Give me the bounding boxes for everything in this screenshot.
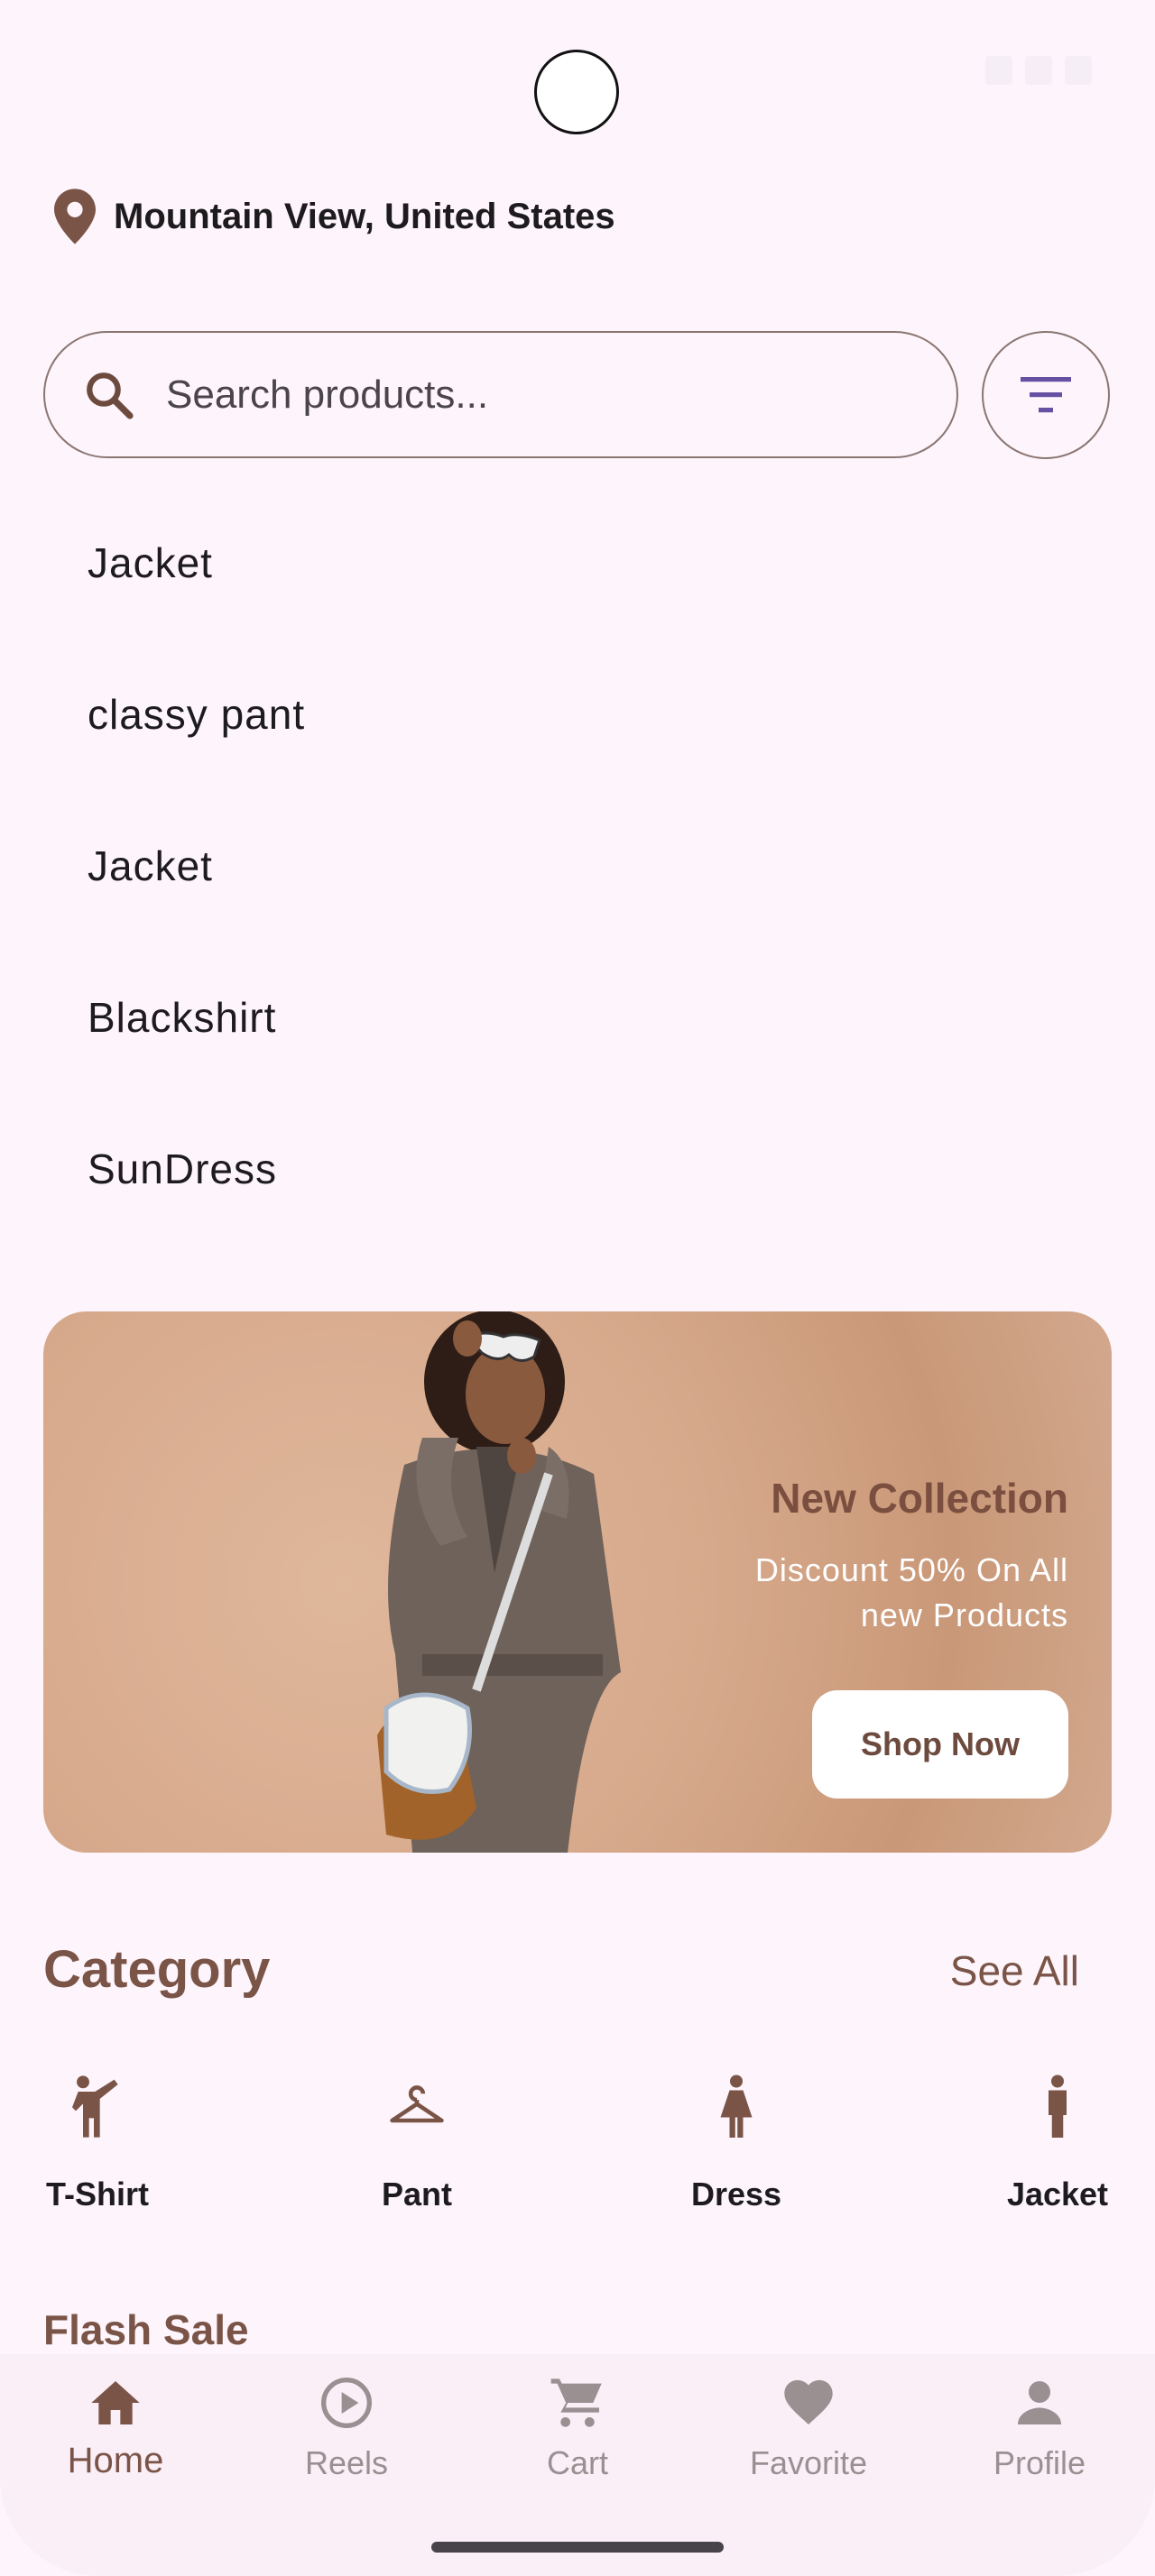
- nav-favorite[interactable]: Favorite: [718, 2374, 899, 2482]
- search-icon: [87, 372, 134, 419]
- filter-icon: [1021, 377, 1071, 413]
- status-bar: [0, 0, 1155, 144]
- heart-icon: [784, 2379, 833, 2424]
- category-item-dress[interactable]: Dress: [637, 2075, 836, 2213]
- person-pose-icon: [72, 2075, 118, 2138]
- nav-label: Cart: [546, 2444, 608, 2481]
- nav-label: Profile: [993, 2444, 1086, 2481]
- location-label: Mountain View, United States: [114, 196, 615, 236]
- suggestion-item[interactable]: classy pant: [0, 639, 1155, 790]
- promo-banner[interactable]: New Collection Discount 50% On All new P…: [43, 1311, 1112, 1853]
- flash-sale-title: Flash Sale: [43, 2306, 249, 2353]
- app-screen: Mountain View, United States Jacket clas…: [0, 0, 1155, 2576]
- category-title: Category: [43, 1940, 271, 1999]
- nav-label: Home: [67, 2441, 164, 2480]
- nav-reels[interactable]: Reels: [256, 2374, 437, 2482]
- category-item-jacket[interactable]: Jacket: [958, 2075, 1155, 2213]
- signal-icon: [1025, 56, 1052, 85]
- location-pin-icon: [54, 189, 96, 244]
- nav-label: Favorite: [749, 2444, 868, 2481]
- nav-label: Reels: [304, 2444, 389, 2481]
- model-image: [377, 1311, 621, 1853]
- see-all-link[interactable]: See All: [950, 1946, 1079, 1995]
- location-row[interactable]: Mountain View, United States: [54, 189, 615, 244]
- suggestion-item[interactable]: Jacket: [0, 790, 1155, 942]
- man-icon: [1049, 2075, 1067, 2138]
- play-circle-icon: [321, 2378, 372, 2428]
- search-suggestions: Jacket classy pant Jacket Blackshirt Sun…: [0, 487, 1155, 1245]
- home-indicator[interactable]: [431, 2542, 724, 2553]
- home-icon: [91, 2381, 140, 2424]
- suggestion-item[interactable]: Jacket: [0, 487, 1155, 639]
- banner-title: New Collection: [771, 1475, 1068, 1522]
- search-input[interactable]: [164, 371, 890, 419]
- battery-icon: [1065, 56, 1092, 85]
- person-icon: [1018, 2381, 1061, 2424]
- nav-cart[interactable]: Cart: [487, 2374, 668, 2482]
- category-label: Dress: [690, 2176, 782, 2213]
- suggestion-item[interactable]: SunDress: [0, 1093, 1155, 1245]
- banner-subtitle: Discount 50% On All new Products: [754, 1551, 1068, 1633]
- wifi-icon: [985, 56, 1012, 85]
- shop-now-button[interactable]: Shop Now: [812, 1690, 1068, 1799]
- suggestion-item[interactable]: Blackshirt: [0, 942, 1155, 1093]
- category-item-pant[interactable]: Pant: [318, 2075, 516, 2213]
- search-bar[interactable]: [43, 331, 958, 458]
- filter-button[interactable]: [982, 331, 1110, 459]
- camera-cutout: [534, 50, 619, 134]
- nav-profile[interactable]: Profile: [949, 2374, 1130, 2482]
- category-label: Pant: [381, 2176, 452, 2213]
- category-item-tshirt[interactable]: T-Shirt: [0, 2075, 197, 2213]
- woman-icon: [720, 2075, 753, 2138]
- status-icons: [985, 56, 1092, 85]
- nav-home[interactable]: Home: [25, 2374, 206, 2481]
- category-label: T-Shirt: [46, 2176, 149, 2213]
- category-label: Jacket: [1006, 2176, 1109, 2213]
- hanger-icon: [390, 2085, 444, 2123]
- cart-icon: [550, 2378, 602, 2427]
